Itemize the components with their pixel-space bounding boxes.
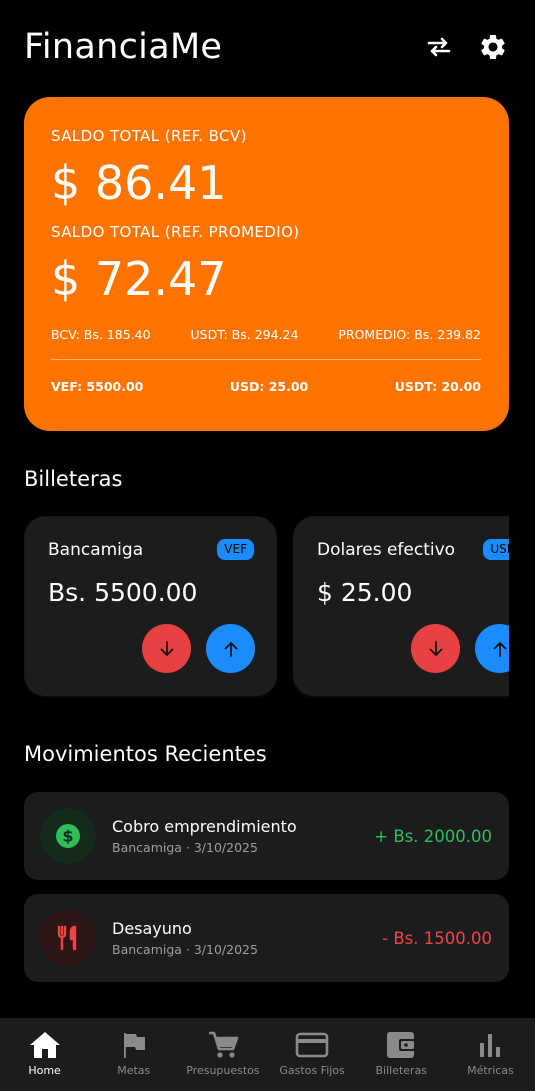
nav-item-metas[interactable]: Metas — [89, 1018, 178, 1091]
wallet-balance: Bs. 5500.00 — [48, 578, 198, 607]
balance-label-bcv: SALDO TOTAL (REF. BCV) — [51, 127, 247, 145]
transaction-title: Desayuno — [112, 919, 192, 938]
nav-label: Métricas — [467, 1064, 514, 1077]
arrow-up-icon — [493, 641, 506, 657]
header-actions — [423, 31, 511, 63]
cart-icon — [208, 1031, 239, 1058]
nav-item-presupuestos[interactable]: Presupuestos — [178, 1018, 267, 1091]
rate-usdt: USDT: Bs. 294.24 — [190, 327, 299, 342]
transaction-meta: Bancamiga · 3/10/2025 — [112, 840, 258, 855]
rate-promedio: PROMEDIO: Bs. 239.82 — [338, 327, 481, 342]
bottom-navigation: Home Metas Presupuestos Gastos Fijos Bil… — [0, 1018, 535, 1091]
holding-vef: VEF: 5500.00 — [51, 379, 144, 394]
balance-amount-bcv: $ 86.41 — [51, 156, 227, 210]
recent-movements-title: Movimientos Recientes — [24, 742, 267, 766]
flag-icon — [123, 1033, 145, 1058]
deposit-button[interactable] — [206, 624, 255, 673]
app-title: FinanciaMe — [24, 27, 223, 67]
withdraw-button[interactable] — [142, 624, 191, 673]
nav-item-home[interactable]: Home — [0, 1018, 89, 1091]
arrow-up-icon — [224, 641, 237, 657]
divider — [51, 359, 481, 360]
nav-label: Gastos Fijos — [279, 1064, 345, 1077]
wallet-card[interactable]: Dolares efectivo USD $ 25.00 — [294, 517, 509, 695]
wallet-card[interactable]: Bancamiga VEF Bs. 5500.00 — [25, 517, 276, 695]
currency-badge: VEF — [217, 539, 254, 560]
nav-label: Presupuestos — [186, 1064, 260, 1077]
arrow-down-icon — [429, 640, 442, 656]
balance-label-promedio: SALDO TOTAL (REF. PROMEDIO) — [51, 223, 300, 241]
dollar-circle-icon: $ — [40, 808, 96, 864]
wallet-icon — [387, 1032, 417, 1058]
nav-item-billeteras[interactable]: Billeteras — [357, 1018, 446, 1091]
exchange-rates: BCV: Bs. 185.40 USDT: Bs. 294.24 PROMEDI… — [51, 327, 481, 342]
svg-text:$: $ — [62, 827, 73, 846]
transaction-amount: - Bs. 1500.00 — [382, 928, 492, 948]
nav-item-gastos-fijos[interactable]: Gastos Fijos — [268, 1018, 357, 1091]
rate-bcv: BCV: Bs. 185.40 — [51, 327, 151, 342]
arrow-down-icon — [160, 640, 173, 656]
credit-card-icon — [295, 1032, 329, 1058]
holding-usdt: USDT: 20.00 — [394, 379, 481, 394]
restaurant-icon — [40, 910, 96, 966]
wallets-section-title: Billeteras — [24, 467, 123, 491]
transaction-item[interactable]: $ Cobro emprendimiento Bancamiga · 3/10/… — [24, 792, 509, 880]
wallet-name: Dolares efectivo — [317, 539, 456, 560]
nav-label: Billeteras — [375, 1064, 428, 1077]
wallets-carousel[interactable]: Bancamiga VEF Bs. 5500.00 Dolares efecti… — [24, 516, 509, 698]
currency-holdings: VEF: 5500.00 USD: 25.00 USDT: 20.00 — [51, 379, 481, 394]
wallet-balance: $ 25.00 — [317, 578, 413, 607]
deposit-button[interactable] — [475, 624, 509, 673]
settings-gear-icon[interactable] — [477, 31, 509, 63]
transaction-meta: Bancamiga · 3/10/2025 — [112, 942, 258, 957]
balance-amount-promedio: $ 72.47 — [51, 252, 227, 306]
transaction-title: Cobro emprendimiento — [112, 817, 297, 836]
currency-badge: USD — [483, 539, 509, 560]
nav-item-metricas[interactable]: Métricas — [446, 1018, 535, 1091]
nav-label: Metas — [117, 1064, 151, 1077]
wallet-actions — [411, 624, 509, 673]
bar-chart-icon — [480, 1034, 501, 1057]
withdraw-button[interactable] — [411, 624, 460, 673]
nav-label: Home — [28, 1064, 61, 1077]
wallet-actions — [142, 624, 255, 673]
total-balance-card: SALDO TOTAL (REF. BCV) $ 86.41 SALDO TOT… — [24, 97, 509, 431]
holding-usd: USD: 25.00 — [229, 379, 309, 394]
swap-icon[interactable] — [423, 31, 455, 63]
home-icon — [29, 1032, 60, 1058]
app-header: FinanciaMe — [24, 24, 511, 70]
wallet-name: Bancamiga — [48, 539, 144, 560]
transaction-amount: + Bs. 2000.00 — [374, 826, 492, 846]
transaction-item[interactable]: Desayuno Bancamiga · 3/10/2025 - Bs. 150… — [24, 894, 509, 982]
